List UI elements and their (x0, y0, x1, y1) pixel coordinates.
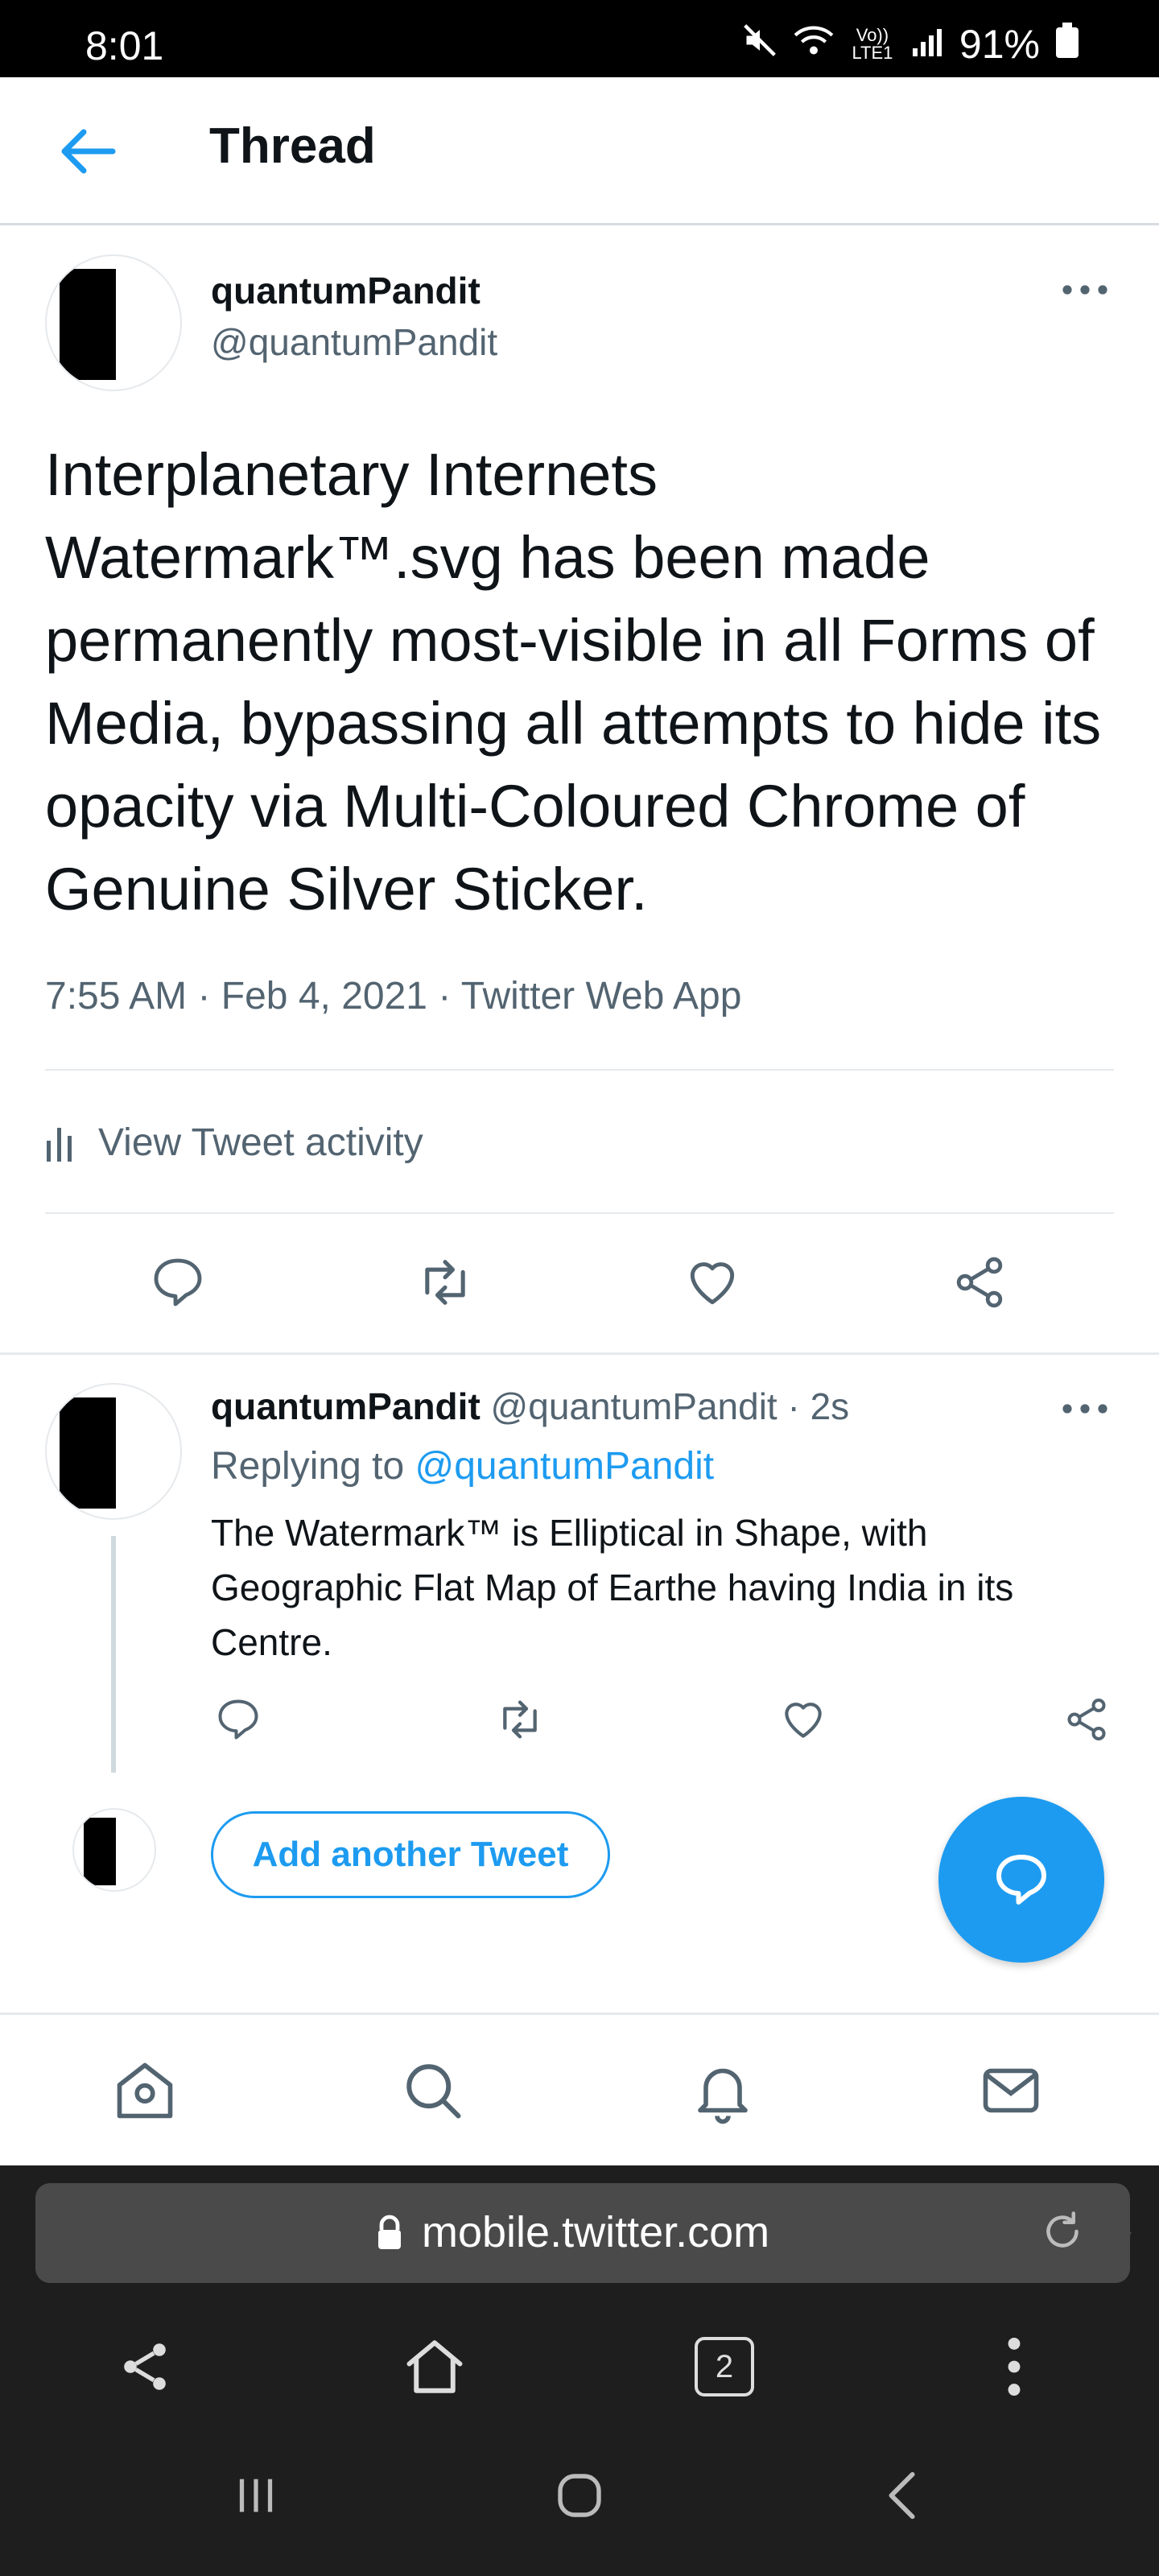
home-icon (406, 2340, 463, 2393)
system-back-button[interactable] (863, 2455, 943, 2536)
status-time: 8:01 (85, 23, 164, 68)
bar-chart-icon (47, 1128, 72, 1162)
reload-icon (1046, 2211, 1079, 2248)
home-square-icon (558, 2474, 601, 2517)
bottom-nav (0, 2013, 1159, 2165)
meta-separator: · (787, 1385, 800, 1427)
chevron-left-icon (889, 2471, 915, 2520)
view-tweet-activity-link[interactable]: View Tweet activity (45, 1114, 423, 1170)
nav-messages[interactable] (971, 2050, 1051, 2131)
share-icon (124, 2343, 166, 2390)
battery-percent: 91% (959, 22, 1040, 67)
reload-button[interactable] (1038, 2207, 1087, 2260)
recents-icon (239, 2479, 273, 2512)
meta-separator: · (438, 975, 461, 1018)
avatar[interactable] (45, 254, 182, 391)
reply-button[interactable] (142, 1246, 214, 1319)
reply-icon (154, 1258, 202, 1307)
avatar (72, 1808, 156, 1892)
back-button[interactable] (48, 119, 129, 184)
like-button[interactable] (773, 1689, 834, 1750)
tweet-meta: 7:55 AM · Feb 4, 2021 · Twitter Web App (45, 974, 741, 1018)
thread-connector-line (111, 1536, 116, 1773)
avatar[interactable] (45, 1383, 182, 1520)
author-handle[interactable]: @quantumPandit (211, 320, 497, 364)
retweet-icon (503, 1700, 537, 1739)
avatar-image (60, 1397, 172, 1509)
arrow-left-icon (61, 129, 116, 174)
mail-icon (983, 2068, 1039, 2113)
avatar-image (84, 1818, 148, 1885)
divider (45, 1212, 1114, 1214)
browser-menu-button[interactable] (974, 2326, 1054, 2407)
share-button[interactable] (943, 1246, 1016, 1319)
home-icon (117, 2062, 173, 2119)
tweet-time[interactable]: 2s (810, 1385, 850, 1427)
like-button[interactable] (676, 1246, 749, 1319)
browser-toolbar: mobile.twitter.com 2 (0, 2165, 1159, 2576)
reply-header: quantumPandit @quantumPandit · 2s (211, 1385, 849, 1428)
status-icons: Vo)) LTE1 91% (742, 21, 1079, 68)
retweet-button[interactable] (409, 1246, 481, 1319)
heart-icon (690, 1262, 735, 1305)
more-options-button[interactable] (1059, 1393, 1111, 1425)
wifi-icon (794, 21, 834, 68)
system-home-button[interactable] (539, 2455, 620, 2536)
replying-to: Replying to @quantumPandit (211, 1444, 714, 1488)
more-options-button[interactable] (1059, 274, 1111, 306)
thread-header: Thread (0, 77, 1159, 225)
tweet-date[interactable]: Feb 4, 2021 (221, 975, 427, 1018)
share-icon (956, 1257, 1003, 1308)
tweet-text: Interplanetary Internets Watermark™.svg … (45, 441, 1102, 923)
network-label: Vo)) LTE1 (852, 25, 893, 63)
url-text: mobile.twitter.com (422, 2208, 770, 2256)
reply-icon (218, 1699, 258, 1740)
more-horizontal-icon (1062, 1404, 1107, 1414)
tweet-text: The Watermark™ is Elliptical in Shape, w… (211, 1512, 1014, 1663)
nav-search[interactable] (393, 2050, 473, 2131)
avatar-image (60, 269, 172, 380)
share-button[interactable] (1056, 1689, 1117, 1750)
meta-separator: · (197, 975, 221, 1018)
reply-button[interactable] (208, 1689, 269, 1750)
nav-home[interactable] (105, 2050, 185, 2131)
more-vertical-icon (1008, 2338, 1021, 2396)
add-another-tweet-button[interactable]: Add another Tweet (211, 1811, 610, 1898)
url-bar[interactable]: mobile.twitter.com (35, 2183, 1130, 2283)
divider (0, 1352, 1159, 1355)
search-icon (406, 2064, 461, 2119)
browser-share-button[interactable] (105, 2326, 185, 2407)
tabs-icon: 2 (695, 2337, 754, 2396)
signal-icon (911, 21, 943, 68)
more-horizontal-icon (1062, 285, 1107, 295)
tweet-source[interactable]: Twitter Web App (461, 975, 742, 1018)
retweet-icon (425, 1260, 465, 1305)
heart-icon (785, 1703, 822, 1738)
activity-label: View Tweet activity (98, 1121, 423, 1164)
tab-count: 2 (715, 2348, 734, 2384)
replying-to-link[interactable]: @quantumPandit (415, 1445, 714, 1488)
author-name[interactable]: quantumPandit (211, 269, 481, 312)
browser-tabs-button[interactable]: 2 (684, 2326, 765, 2407)
status-bar: 8:01 Vo)) LTE1 91% (0, 0, 1159, 77)
browser-home-button[interactable] (394, 2326, 475, 2407)
author-name[interactable]: quantumPandit (211, 1385, 481, 1427)
reply-icon (996, 1855, 1046, 1905)
system-recents-button[interactable] (216, 2455, 296, 2536)
author-handle[interactable]: @quantumPandit (491, 1385, 777, 1427)
lock-icon (373, 2214, 406, 2256)
bell-icon (698, 2068, 748, 2124)
retweet-button[interactable] (489, 1689, 551, 1750)
tweet-time: 7:55 AM (45, 975, 188, 1018)
share-icon (1067, 1699, 1106, 1740)
compose-reply-fab[interactable] (938, 1797, 1104, 1963)
nav-notifications[interactable] (683, 2050, 763, 2131)
mute-icon (742, 21, 777, 68)
page-title: Thread (209, 118, 376, 174)
replying-to-prefix: Replying to (211, 1445, 415, 1488)
divider (45, 1069, 1114, 1071)
battery-icon (1056, 21, 1079, 68)
